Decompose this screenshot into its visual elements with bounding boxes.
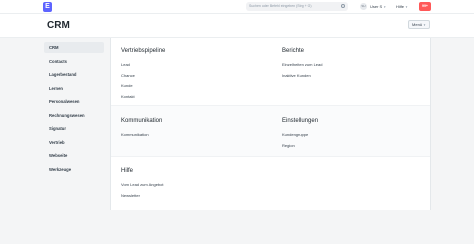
chevron-down-icon: ▼: [405, 5, 408, 9]
sidebar-item-webseite[interactable]: Webseite: [44, 150, 104, 161]
link-newsletter[interactable]: Newsletter: [121, 191, 163, 202]
sidebar-item-contacts[interactable]: Contacts: [44, 56, 104, 67]
card-einstellungen: Einstellungen Kundengruppe Region: [282, 113, 318, 151]
avatar[interactable]: SU: [360, 3, 367, 10]
sidebar-item-signatur[interactable]: Signatur: [44, 123, 104, 134]
link-einzelheiten-zum-lead[interactable]: Einzelheiten zum Lead: [282, 60, 322, 71]
help-menu-dropdown[interactable]: Hilfe ▼: [396, 3, 408, 11]
card-title: Hilfe: [121, 168, 134, 174]
link-kommunikation[interactable]: Kommunikation: [121, 130, 162, 141]
module-content: Vertriebspipeline Lead Chance Kunde Kont…: [110, 38, 431, 210]
link-lead[interactable]: Lead: [121, 60, 165, 71]
card-title: Einstellungen: [282, 118, 319, 124]
link-chance[interactable]: Chance: [121, 71, 165, 82]
chevron-down-icon: ▼: [423, 23, 426, 27]
link-region[interactable]: Region: [282, 141, 318, 152]
page-header: CRM Menü ▼: [0, 14, 474, 38]
section-row: Kommunikation Kommunikation Einstellunge…: [111, 106, 430, 157]
search-input[interactable]: Suchen oder Befehl eingeben (Strg + G): [246, 2, 348, 11]
chevron-down-icon: ▼: [383, 5, 387, 9]
link-inaktive-kunden[interactable]: Inaktive Kunden: [282, 71, 322, 82]
menu-button-label: Menü: [412, 22, 423, 27]
user-menu-label: User S: [370, 4, 383, 9]
card-kommunikation: Kommunikation Kommunikation: [121, 113, 162, 141]
menu-button[interactable]: Menü ▼: [408, 20, 430, 29]
user-menu-dropdown[interactable]: User S ▼: [370, 3, 386, 11]
section-row: Vertriebspipeline Lead Chance Kunde Kont…: [111, 38, 430, 106]
sidebar-item-werkzeuge[interactable]: Werkzeuge: [44, 164, 104, 175]
sidebar: CRM Contacts Lagerbestand Lernen Persona…: [44, 42, 104, 177]
sidebar-item-vertrieb[interactable]: Vertrieb: [44, 137, 104, 148]
link-kundengruppe[interactable]: Kundengruppe: [282, 130, 318, 141]
app-logo[interactable]: E: [43, 2, 52, 12]
link-vom-lead-zum-angebot[interactable]: Vom Lead zum Angebot: [121, 180, 163, 191]
link-kontakt[interactable]: Kontakt: [121, 92, 165, 103]
navbar: E Suchen oder Befehl eingeben (Strg + G)…: [0, 0, 474, 14]
section-row: Hilfe Vom Lead zum Angebot Newsletter: [111, 157, 430, 210]
search-placeholder: Suchen oder Befehl eingeben (Strg + G): [249, 4, 312, 8]
card-title: Kommunikation: [121, 118, 163, 124]
card-hilfe: Hilfe Vom Lead zum Angebot Newsletter: [121, 163, 163, 201]
sidebar-item-lernen[interactable]: Lernen: [44, 83, 104, 94]
sidebar-item-personalwesen[interactable]: Personalwesen: [44, 96, 104, 107]
help-menu-label: Hilfe: [396, 4, 405, 9]
card-berichte: Berichte Einzelheiten zum Lead Inaktive …: [282, 43, 322, 81]
sidebar-item-rechnungswesen[interactable]: Rechnungswesen: [44, 110, 104, 121]
link-kunde[interactable]: Kunde: [121, 81, 165, 92]
card-vertriebspipeline: Vertriebspipeline Lead Chance Kunde Kont…: [121, 43, 165, 102]
notifications-badge[interactable]: 99+: [419, 2, 431, 11]
card-title: Vertriebspipeline: [121, 48, 166, 54]
page-title: CRM: [47, 20, 70, 31]
sidebar-item-crm[interactable]: CRM: [44, 42, 104, 53]
search-icon: [341, 4, 345, 8]
sidebar-item-lagerbestand[interactable]: Lagerbestand: [44, 69, 104, 80]
card-title: Berichte: [282, 48, 305, 54]
